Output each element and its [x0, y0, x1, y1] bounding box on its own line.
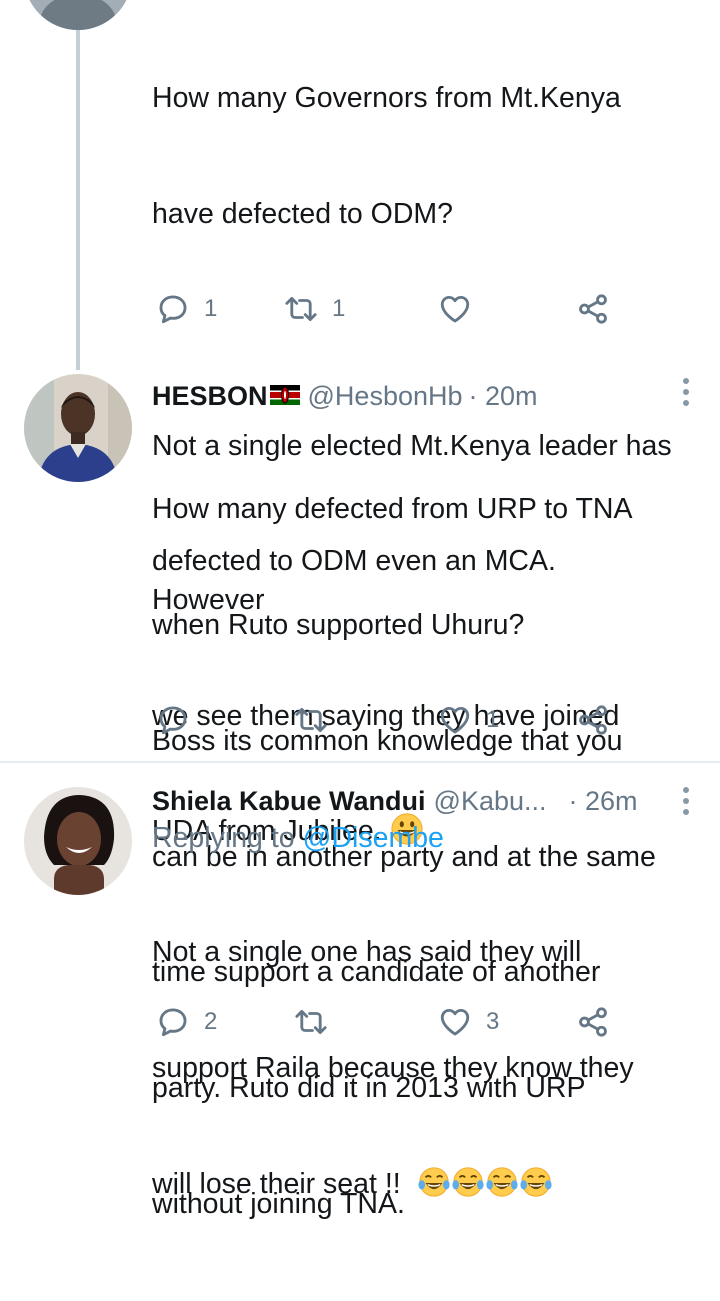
retweet-icon [295, 1009, 327, 1035]
tweet-header: Shiela Kabue Wandui @Kabu... · 26m [152, 783, 672, 819]
like-button[interactable]: 1 [438, 703, 499, 737]
share-button[interactable] [576, 1005, 610, 1039]
tweet-text-line: support Raila because they know they [152, 1051, 634, 1084]
replying-to: Replying to @Disembe [152, 819, 672, 857]
reply-count: 1 [204, 295, 218, 322]
kenya-flag-icon [269, 385, 300, 405]
like-count: 3 [486, 1008, 500, 1035]
tweet-1[interactable]: How many Governors from Mt.Kenya have de… [0, 0, 720, 847]
reply-button[interactable] [156, 703, 204, 737]
retweet-icon [285, 296, 317, 322]
heart-icon [440, 1008, 470, 1036]
tweet-text-line: when Ruto supported Uhuru? [152, 608, 525, 641]
like-button[interactable]: 3 [438, 1005, 499, 1039]
share-button[interactable] [576, 292, 610, 326]
reply-icon [159, 1008, 187, 1037]
reply-button[interactable]: 2 [156, 1005, 217, 1039]
tweet-header: HESBON @HesbonHb · 20m [152, 378, 672, 414]
tweet-2[interactable]: HESBON @HesbonHb · 20m How many defected… [0, 370, 720, 1220]
share-icon [579, 1007, 607, 1037]
like-count: 1 [486, 706, 500, 733]
tweet-text-line: How many Governors from Mt.Kenya [152, 82, 621, 115]
replying-to-label: Replying to [152, 822, 295, 854]
reply-button[interactable]: 1 [156, 292, 217, 326]
retweet-button[interactable]: 1 [284, 292, 345, 326]
retweet-button[interactable] [294, 1005, 342, 1039]
tears-of-joy-emoji-icon [417, 1167, 450, 1197]
display-name[interactable]: Shiela Kabue Wandui [152, 783, 426, 819]
share-icon [579, 294, 607, 324]
tweet-text-line: How many defected from URP to TNA [152, 493, 633, 526]
timestamp[interactable]: · 20m [469, 378, 538, 414]
tweet-text: Not a single one has said they will supp… [152, 856, 672, 1281]
user-handle[interactable]: @Kabu... [434, 783, 547, 819]
replying-to-mention[interactable]: @Disembe [303, 822, 444, 854]
more-vertical-icon[interactable] [682, 378, 690, 411]
avatar[interactable] [24, 0, 132, 30]
retweet-icon [295, 707, 327, 733]
reply-icon [159, 706, 187, 735]
retweet-count: 1 [332, 295, 346, 322]
tweet-3[interactable]: Shiela Kabue Wandui @Kabu... · 26m Reply… [0, 763, 720, 1200]
tears-of-joy-emoji-icon [451, 1167, 484, 1197]
tweet-text-line: Not a single one has said they will [152, 936, 582, 969]
share-button[interactable] [576, 703, 610, 737]
like-button[interactable] [438, 292, 486, 326]
heart-icon [440, 295, 470, 323]
avatar[interactable] [24, 374, 132, 482]
retweet-button[interactable] [294, 703, 342, 737]
timestamp[interactable]: · 26m [569, 783, 638, 819]
thread-line [76, 0, 80, 370]
display-name[interactable]: HESBON [152, 378, 268, 414]
tweet-text-line-last: will lose their seat !! [152, 1165, 672, 1204]
tears-of-joy-emoji-icon [485, 1167, 518, 1197]
heart-icon [440, 706, 470, 734]
reply-count: 2 [204, 1008, 218, 1035]
share-icon [579, 705, 607, 735]
avatar[interactable] [24, 787, 132, 895]
tweet-text-line: have defected to ODM? [152, 197, 454, 230]
reply-icon [159, 295, 187, 324]
user-handle[interactable]: @HesbonHb [308, 378, 463, 414]
tears-of-joy-emoji-icon [519, 1167, 552, 1197]
more-vertical-icon[interactable] [682, 787, 690, 820]
